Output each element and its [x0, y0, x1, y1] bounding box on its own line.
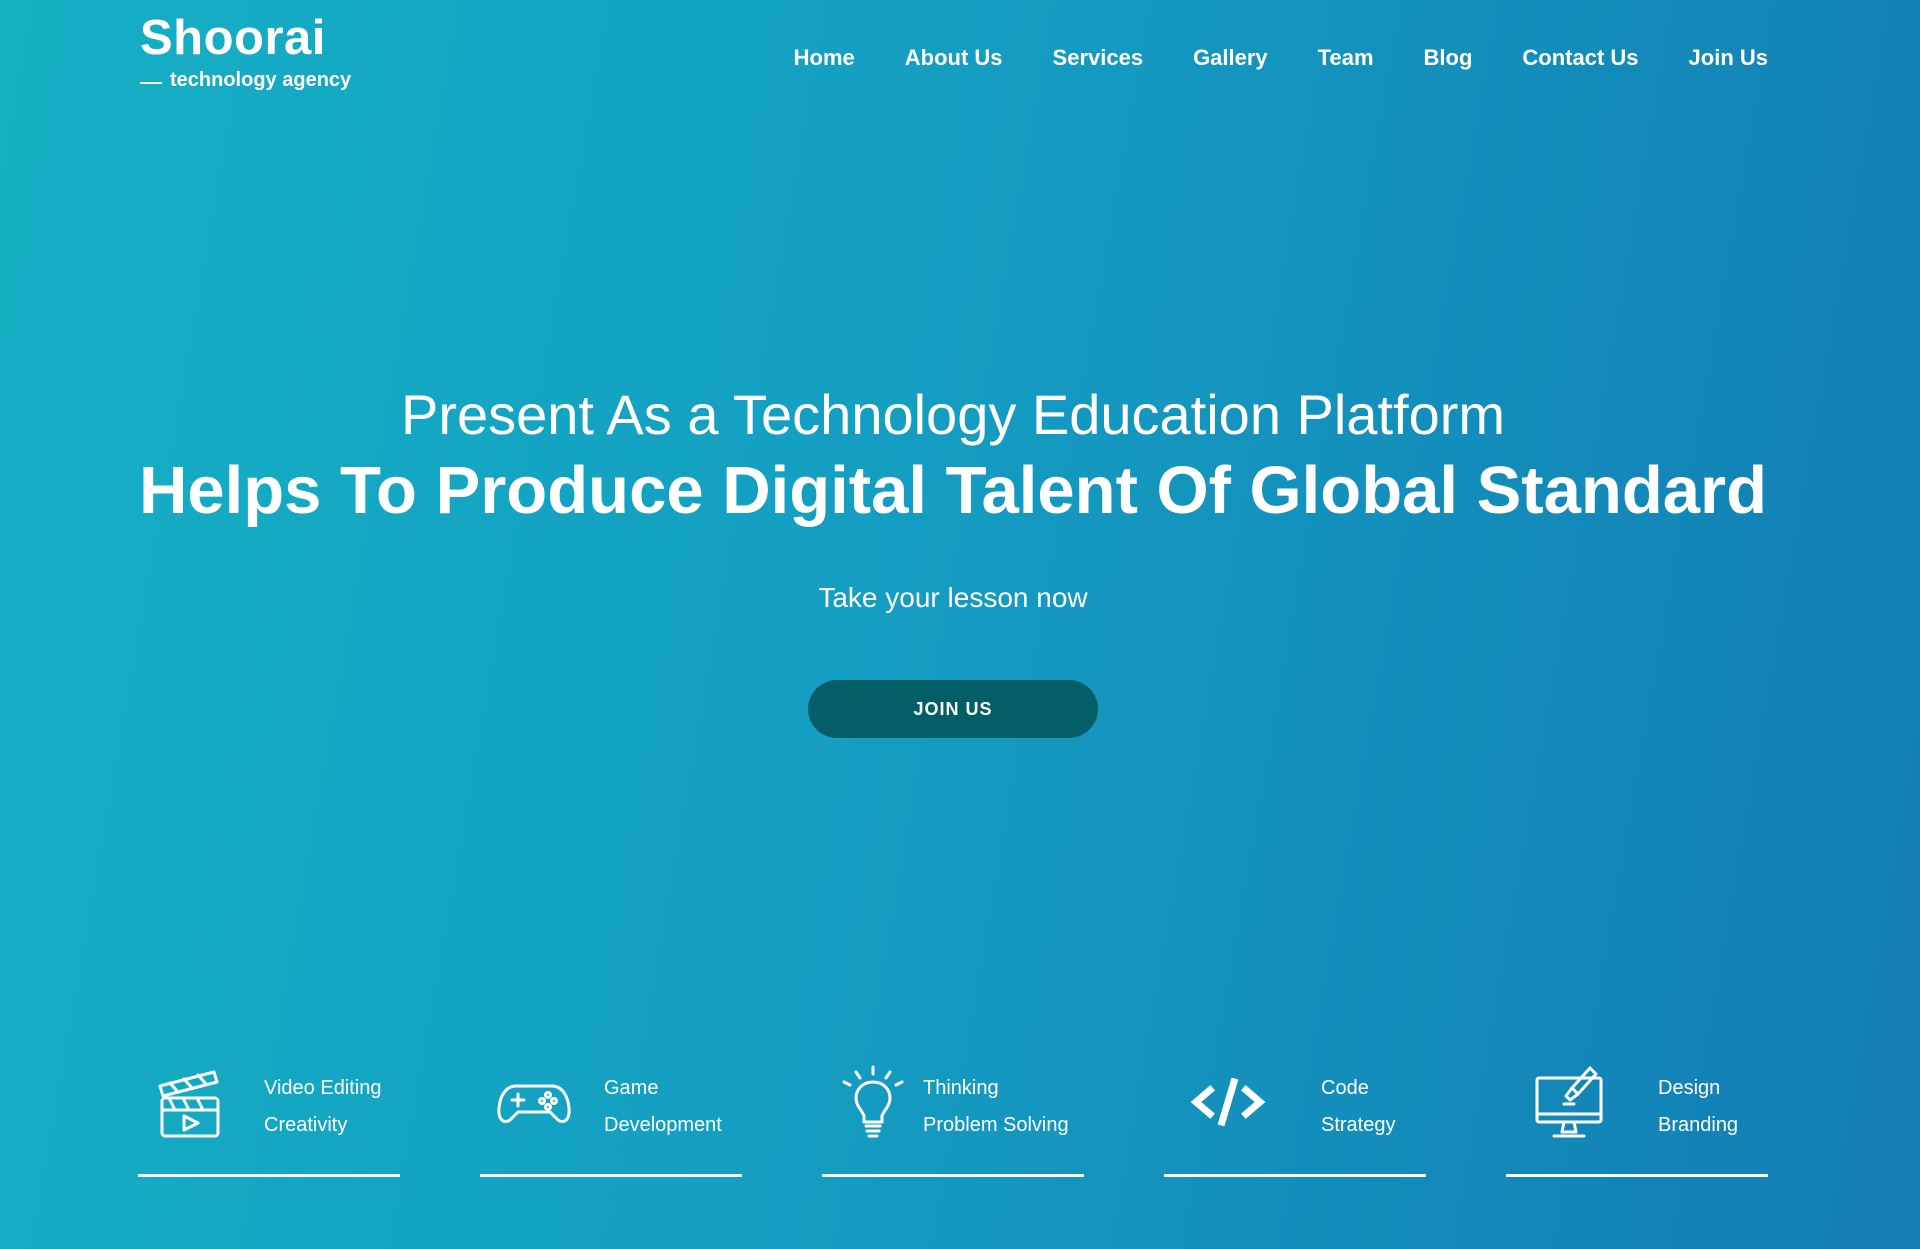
brand-tagline: technology agency [170, 69, 352, 91]
brand-logo[interactable]: Shoorai technology agency [140, 10, 351, 92]
feature-underline [1164, 1174, 1426, 1177]
feature-title: Game [604, 1077, 659, 1099]
feature-title: Thinking [923, 1077, 999, 1099]
nav-services[interactable]: Services [1053, 42, 1144, 74]
lightbulb-icon [838, 1064, 908, 1140]
brand-tagline-row: technology agency [140, 68, 351, 92]
feature-video-editing[interactable]: Video Editing Creativity [138, 1060, 400, 1180]
features-row: Video Editing Creativity Game Developmen… [138, 1060, 1768, 1180]
main-nav: Home About Us Services Gallery Team Blog… [794, 42, 1768, 74]
feature-design[interactable]: Design Branding [1506, 1060, 1768, 1180]
feature-code[interactable]: Code Strategy [1164, 1060, 1426, 1180]
feature-text: Thinking Problem Solving [923, 1070, 1069, 1144]
feature-title: Code [1321, 1077, 1369, 1099]
feature-text: Code Strategy [1321, 1070, 1395, 1144]
hero-subtitle: Present As a Technology Education Platfo… [400, 383, 1506, 446]
hero-lesson-text: Take your lesson now [818, 582, 1088, 613]
nav-join-us[interactable]: Join Us [1689, 42, 1768, 74]
nav-team[interactable]: Team [1318, 42, 1374, 74]
feature-thinking[interactable]: Thinking Problem Solving [822, 1060, 1084, 1180]
site-header: Shoorai technology agency Home About Us … [0, 0, 1920, 120]
feature-underline [822, 1174, 1084, 1177]
tagline-dash [140, 82, 162, 84]
feature-subtitle: Problem Solving [923, 1114, 1069, 1136]
feature-underline [138, 1174, 400, 1177]
brand-name: Shoorai [140, 11, 326, 65]
nav-blog[interactable]: Blog [1424, 42, 1473, 74]
nav-contact-us[interactable]: Contact Us [1522, 42, 1638, 74]
feature-subtitle: Branding [1658, 1114, 1739, 1136]
feature-underline [480, 1174, 742, 1177]
clapperboard-icon [154, 1064, 224, 1140]
feature-text: Video Editing Creativity [264, 1070, 382, 1144]
nav-gallery[interactable]: Gallery [1193, 42, 1268, 74]
feature-subtitle: Strategy [1321, 1114, 1396, 1136]
code-icon [1190, 1064, 1266, 1140]
nav-about-us[interactable]: About Us [905, 42, 1003, 74]
feature-title: Design [1658, 1077, 1721, 1099]
gamepad-icon [496, 1064, 571, 1140]
feature-title: Video Editing [264, 1077, 382, 1099]
feature-subtitle: Creativity [264, 1114, 348, 1136]
monitor-design-icon [1534, 1064, 1604, 1140]
join-us-button[interactable]: JOIN US [808, 680, 1098, 738]
feature-game-development[interactable]: Game Development [480, 1060, 742, 1180]
feature-text: Game Development [604, 1070, 722, 1144]
hero-title: Helps To Produce Digital Talent Of Globa… [138, 453, 1768, 528]
feature-subtitle: Development [604, 1114, 722, 1136]
feature-underline [1506, 1174, 1768, 1177]
hero-section: Present As a Technology Education Platfo… [0, 380, 1906, 738]
feature-text: Design Branding [1658, 1070, 1738, 1144]
nav-home[interactable]: Home [794, 42, 855, 74]
